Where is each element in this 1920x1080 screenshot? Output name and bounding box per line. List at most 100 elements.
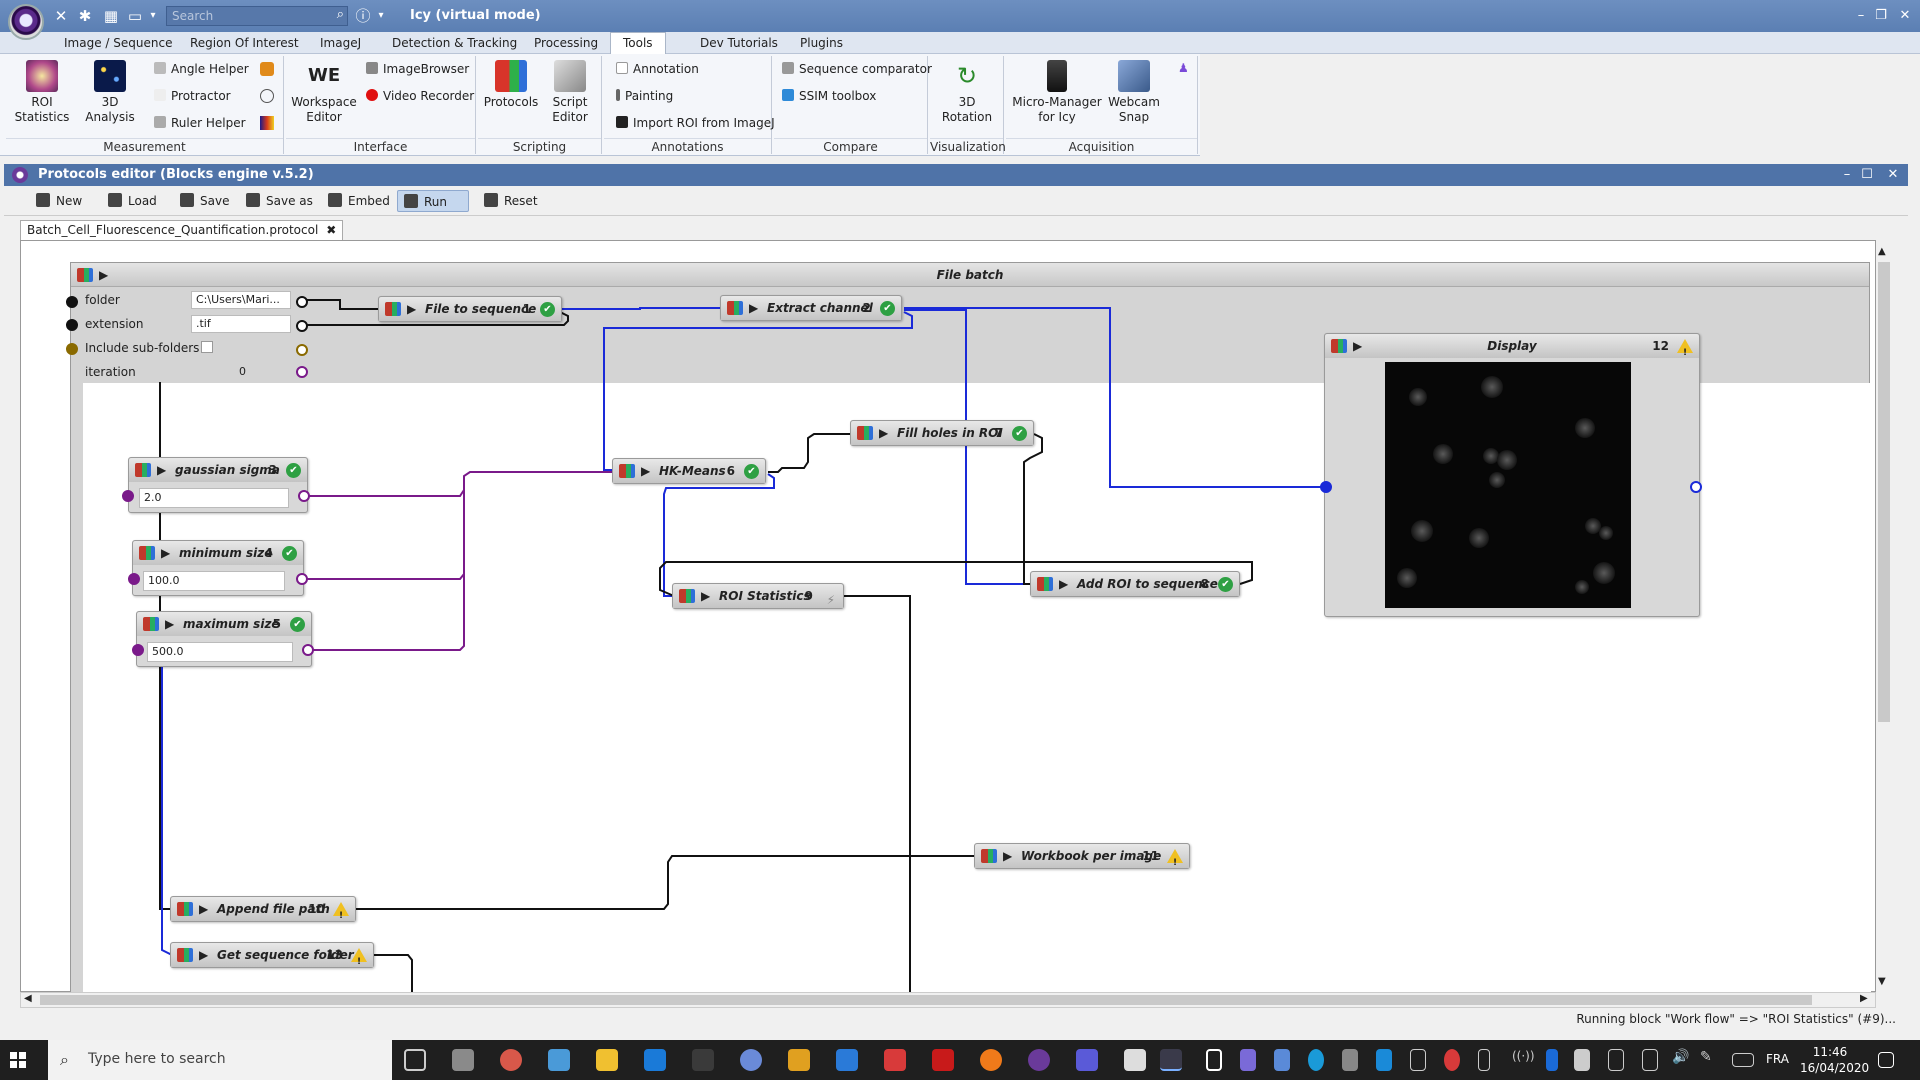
windows-start-icon[interactable] bbox=[10, 1052, 26, 1068]
block-header[interactable]: ▶ gaussian sigma 3 ✔ bbox=[129, 458, 307, 482]
block-workbook[interactable]: ▶ Workbook per image 11 ! bbox=[974, 843, 1190, 869]
scroll-right-icon[interactable]: ▶ bbox=[1860, 993, 1868, 1004]
pen-icon[interactable]: ✎ bbox=[1700, 1049, 1716, 1071]
folder-in-port[interactable] bbox=[66, 296, 78, 308]
block-file-to-sequence[interactable]: ▶ File to sequence 1 ✔ bbox=[378, 296, 562, 322]
teams-icon[interactable] bbox=[1076, 1049, 1098, 1071]
play-icon[interactable]: ▶ bbox=[1003, 844, 1012, 868]
block-header[interactable]: ▶ Get sequence folder 13 ! bbox=[171, 943, 373, 967]
link-extract-to-hkmeans[interactable] bbox=[603, 311, 913, 471]
play-icon[interactable]: ▶ bbox=[1353, 334, 1362, 358]
gaussian-in-port[interactable] bbox=[122, 490, 134, 502]
taskbar-app-icon[interactable] bbox=[452, 1049, 474, 1071]
block-roi-statistics[interactable]: ▶ ROI Statistics 9 ⚡ bbox=[672, 583, 844, 609]
gaussian-sigma-field[interactable]: 2.0 bbox=[139, 488, 289, 508]
chat-icon[interactable] bbox=[884, 1049, 906, 1071]
skype-icon[interactable] bbox=[1308, 1049, 1324, 1071]
taskbar-app-icon[interactable] bbox=[836, 1049, 858, 1071]
tray-app-icon[interactable] bbox=[1342, 1049, 1358, 1071]
block-extract-channel[interactable]: ▶ Extract channel 2 ✔ bbox=[720, 295, 902, 321]
horizontal-scroll-thumb[interactable] bbox=[40, 995, 1812, 1005]
block-header[interactable]: ▶ minimum size 4 ✔ bbox=[133, 541, 303, 565]
play-icon[interactable]: ▶ bbox=[879, 421, 888, 445]
link-hkmeans-to-roistats[interactable] bbox=[663, 473, 775, 597]
scroll-left-icon[interactable]: ◀ bbox=[24, 993, 32, 1004]
file-explorer-icon[interactable] bbox=[596, 1049, 618, 1071]
block-header[interactable]: ▶ Fill holes in ROI 7 ✔ bbox=[851, 421, 1033, 445]
taskbar-app-icon[interactable] bbox=[500, 1049, 522, 1071]
taskbar-app-icon[interactable] bbox=[1124, 1049, 1146, 1071]
link-hkmeans-to-fillholes[interactable] bbox=[768, 433, 852, 473]
subfolders-out-port[interactable] bbox=[296, 344, 308, 356]
block-append-file-path[interactable]: ▶ Append file path 10 ! bbox=[170, 896, 356, 922]
scroll-up-icon[interactable]: ▲ bbox=[1878, 246, 1886, 257]
link-extract-to-display[interactable] bbox=[904, 307, 1325, 488]
play-icon[interactable]: ▶ bbox=[157, 458, 166, 482]
link-minsize-to-hkmeans[interactable] bbox=[304, 476, 465, 580]
play-icon[interactable]: ▶ bbox=[641, 459, 650, 483]
tray-app-icon[interactable] bbox=[1444, 1049, 1460, 1071]
maximum-size-field[interactable]: 500.0 bbox=[147, 642, 293, 662]
maxsize-out-port[interactable] bbox=[302, 644, 314, 656]
clock[interactable]: 11:46 16/04/2020 bbox=[1800, 1044, 1869, 1076]
block-header[interactable]: ▶ Append file path 10 ! bbox=[171, 897, 355, 921]
play-icon[interactable]: ▶ bbox=[701, 584, 710, 608]
link-gaussian-to-hkmeans[interactable] bbox=[304, 471, 614, 497]
link-append-to-workbook[interactable] bbox=[356, 855, 976, 910]
block-header[interactable]: ▶ Display 12 ! bbox=[1325, 334, 1699, 358]
block-header[interactable]: ▶ Extract channel 2 ✔ bbox=[721, 296, 901, 320]
link-extract-to-addroi[interactable] bbox=[904, 309, 1032, 585]
block-header[interactable]: ▶ maximum size 5 ✔ bbox=[137, 612, 311, 636]
block-header[interactable]: ▶ ROI Statistics 9 ⚡ bbox=[673, 584, 843, 608]
play-icon[interactable]: ▶ bbox=[1059, 572, 1068, 596]
link-roistats-to-workbook[interactable] bbox=[844, 595, 976, 857]
block-header[interactable]: ▶ File to sequence 1 ✔ bbox=[379, 297, 561, 321]
minsize-out-port[interactable] bbox=[296, 573, 308, 585]
folder-out-port[interactable] bbox=[296, 296, 308, 308]
play-icon[interactable]: ▶ bbox=[199, 897, 208, 921]
play-icon[interactable]: ▶ bbox=[407, 297, 416, 321]
extension-out-port[interactable] bbox=[296, 320, 308, 332]
minsize-in-port[interactable] bbox=[128, 573, 140, 585]
display-preview-image[interactable] bbox=[1385, 362, 1631, 608]
tray-app-icon[interactable] bbox=[1376, 1049, 1392, 1071]
play-icon[interactable]: ▶ bbox=[749, 296, 758, 320]
minimum-size-field[interactable]: 100.0 bbox=[143, 571, 285, 591]
block-header[interactable]: ▶ Workbook per image 11 ! bbox=[975, 844, 1189, 868]
outlook-icon[interactable] bbox=[644, 1049, 666, 1071]
block-display[interactable]: ▶ Display 12 ! bbox=[1324, 333, 1700, 617]
play-icon[interactable]: ▶ bbox=[165, 612, 174, 636]
link-seq-to-extract[interactable] bbox=[560, 307, 722, 310]
display-out-port[interactable] bbox=[1690, 481, 1702, 493]
block-get-sequence-folder[interactable]: ▶ Get sequence folder 13 ! bbox=[170, 942, 374, 968]
block-minimum-size[interactable]: ▶ minimum size 4 ✔ 100.0 bbox=[132, 540, 304, 596]
tray-app-icon[interactable] bbox=[1206, 1049, 1222, 1071]
link-maxsize-to-hkmeans[interactable] bbox=[308, 476, 465, 651]
notifications-icon[interactable] bbox=[1878, 1052, 1894, 1068]
icy-taskbar-icon[interactable] bbox=[1028, 1049, 1050, 1071]
block-header[interactable]: ▶ Add ROI to sequence 8 ✔ bbox=[1031, 572, 1239, 596]
taskbar-app-icon[interactable] bbox=[788, 1049, 810, 1071]
block-maximum-size[interactable]: ▶ maximum size 5 ✔ 500.0 bbox=[136, 611, 312, 667]
network-icon[interactable]: ((·)) bbox=[1512, 1049, 1535, 1071]
language-indicator[interactable]: FRA bbox=[1766, 1052, 1789, 1066]
icy-logo[interactable] bbox=[8, 4, 44, 40]
task-view-icon[interactable] bbox=[404, 1049, 426, 1071]
subfolders-in-port[interactable] bbox=[66, 343, 78, 355]
extension-in-port[interactable] bbox=[66, 319, 78, 331]
icy-active-icon[interactable] bbox=[1160, 1049, 1182, 1071]
taskbar-search-input[interactable]: Type here to search bbox=[48, 1040, 392, 1080]
maxsize-in-port[interactable] bbox=[132, 644, 144, 656]
vertical-scroll-thumb[interactable] bbox=[1878, 262, 1890, 722]
play-icon[interactable]: ▶ bbox=[161, 541, 170, 565]
iteration-out-port[interactable] bbox=[296, 366, 308, 378]
block-gaussian-sigma[interactable]: ▶ gaussian sigma 3 ✔ 2.0 bbox=[128, 457, 308, 513]
block-hk-means[interactable]: ▶ HK-Means 6 ✔ bbox=[612, 458, 766, 484]
pdf-icon[interactable] bbox=[932, 1049, 954, 1071]
block-header[interactable]: ▶ HK-Means 6 ✔ bbox=[613, 459, 765, 483]
display-in-port[interactable] bbox=[1320, 481, 1332, 493]
tray-app-icon[interactable] bbox=[1574, 1049, 1590, 1071]
usb-icon[interactable] bbox=[1478, 1049, 1490, 1071]
tray-app-icon[interactable] bbox=[1240, 1049, 1256, 1071]
battery-icon[interactable] bbox=[1608, 1049, 1624, 1071]
